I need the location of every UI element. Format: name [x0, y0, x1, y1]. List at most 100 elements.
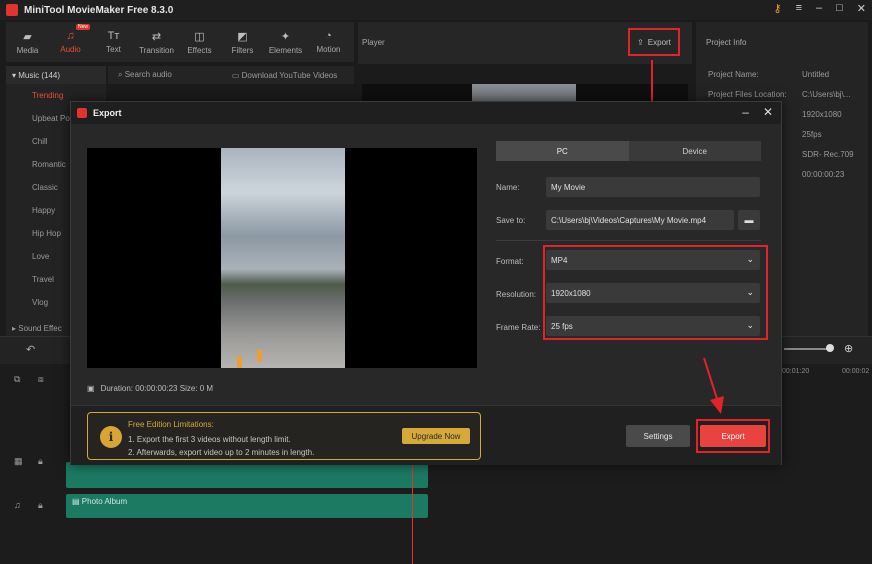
zoom-slider[interactable] [784, 348, 830, 350]
window-controls: ⚷ ≡ – □ ✕ [774, 2, 866, 15]
time-mark: 00:01:20 [782, 368, 810, 375]
media-toolbar: ▰ Media New ♫ Audio Tт Text ⇄ Transition ◫ Eff… [6, 22, 354, 62]
minimize-icon[interactable]: – [816, 2, 822, 15]
format-label: Format: [496, 257, 524, 266]
audio-search-bar: ⌕ Search audio ▭ Download YouTube Videos [108, 66, 354, 84]
tool-label: Motion [316, 45, 341, 54]
resolution-label: Resolution: [496, 290, 537, 299]
preview-image [221, 148, 345, 368]
maximize-icon[interactable]: □ [836, 2, 843, 15]
divider [496, 240, 761, 241]
row-value: Untitled [802, 70, 830, 79]
transition-icon: ⇄ [151, 30, 162, 43]
export-tabs: PC Device [496, 141, 761, 161]
name-field[interactable]: My Movie [546, 177, 760, 197]
timeline-clip[interactable]: ▤ Photo Album [66, 494, 428, 518]
tool-media[interactable]: ▰ Media [6, 22, 49, 62]
tool-audio[interactable]: New ♫ Audio [49, 22, 92, 62]
bollard [237, 356, 242, 368]
tool-elements[interactable]: ✦ Elements [264, 22, 307, 62]
tab-device[interactable]: Device [628, 141, 761, 161]
limit-title: Free Edition Limitations: [128, 420, 214, 429]
close-icon[interactable]: ✕ [857, 2, 866, 15]
search-placeholder: Search audio [124, 70, 172, 79]
lock-icon[interactable]: 🔒︎ [38, 456, 43, 467]
dialog-header: Export – ✕ [71, 102, 781, 124]
player-thumbnail [472, 84, 576, 102]
row-value: SDR- Rec.709 [802, 150, 854, 159]
save-to-label: Save to: [496, 216, 526, 225]
dialog-footer: i Free Edition Limitations: 1. Export th… [71, 405, 781, 465]
tool-label: Media [16, 45, 39, 55]
dialog-title: Export [93, 108, 122, 118]
timeline-clip[interactable] [66, 462, 428, 488]
tab-pc[interactable]: PC [496, 141, 629, 161]
tool-motion[interactable]: ◔ Motion [307, 22, 350, 62]
row-label: Project Name: [708, 70, 759, 79]
video-track-icon: ▦ [14, 456, 23, 466]
project-info-row: Project Name: Untitled [708, 70, 868, 79]
download-youtube-link[interactable]: ▭ Download YouTube Videos [232, 71, 337, 80]
export-button[interactable]: Export [700, 425, 766, 447]
row-value: 25fps [802, 130, 822, 139]
time-mark: 00:00:02 [842, 368, 870, 375]
motion-icon: ◔ [325, 30, 332, 42]
tool-label: Text [106, 45, 121, 54]
tool-filters[interactable]: ◩ Filters [221, 22, 264, 62]
effects-icon: ◫ [194, 30, 205, 43]
top-export-button[interactable]: ⇪ Export [628, 28, 680, 56]
title-bar: MiniTool MovieMaker Free 8.3.0 ⚷ ≡ – □ ✕ [0, 0, 872, 20]
undo-icon[interactable]: ↶ [26, 343, 35, 356]
sound-effect-label: Sound Effec [18, 324, 62, 333]
menu-icon[interactable]: ≡ [796, 2, 802, 15]
duration-info: ▣ Duration: 00:00:00:23 Size: 0 M [87, 384, 213, 393]
free-edition-notice: i Free Edition Limitations: 1. Export th… [87, 412, 481, 460]
row-value: C:\Users\bj\... [802, 90, 851, 99]
arrow-annotation [703, 357, 724, 414]
tool-effects[interactable]: ◫ Effects [178, 22, 221, 62]
row-label: Project Files Location: [708, 90, 787, 99]
info-icon: i [100, 426, 122, 448]
search-audio[interactable]: ⌕ Search audio [118, 70, 172, 80]
app-logo-icon [77, 108, 87, 118]
category-header[interactable]: ▾ Music (144) [6, 66, 106, 84]
dialog-controls: – ✕ [742, 105, 773, 119]
save-path-field[interactable]: C:\Users\bj\Videos\Captures\My Movie.mp4 [546, 210, 734, 230]
elements-icon: ✦ [280, 30, 291, 43]
new-badge: New [75, 24, 90, 30]
tool-label: Transition [139, 45, 174, 55]
clip-title: Photo Album [81, 497, 128, 506]
tool-text[interactable]: Tт Text [92, 22, 135, 62]
filters-icon: ◩ [237, 30, 248, 43]
key-icon[interactable]: ⚷ [774, 2, 782, 15]
export-label: Export [647, 37, 671, 47]
lock-icon[interactable]: 🔒︎ [38, 500, 43, 511]
app-logo-icon [6, 4, 18, 16]
project-info-row: Project Files Location: C:\Users\bj\... [708, 90, 868, 99]
row-value: 1920x1080 [802, 110, 842, 119]
export-icon: ⇪ [637, 37, 644, 47]
upgrade-now-button[interactable]: Upgrade Now [402, 428, 470, 444]
settings-button[interactable]: Settings [626, 425, 690, 447]
download-label: Download YouTube Videos [241, 70, 338, 80]
zoom-slider-knob[interactable] [826, 344, 834, 352]
copy-track-icon[interactable]: ⧈ [38, 374, 44, 385]
tool-label: Effects [187, 45, 212, 55]
zoom-in-icon[interactable]: ⊕ [844, 342, 853, 355]
film-icon: ▣ [87, 384, 95, 393]
project-info-title: Project Info [706, 38, 747, 47]
folder-icon: ▰ [23, 30, 32, 43]
player-label: Player [362, 38, 385, 47]
tool-label: Elements [268, 45, 303, 55]
audio-track-icon: ♫ [14, 500, 21, 510]
add-track-icon[interactable]: ⧉ [14, 374, 20, 385]
close-icon[interactable]: ✕ [763, 105, 773, 119]
bollard [257, 350, 262, 362]
browse-folder-button[interactable]: ▬ [738, 210, 760, 230]
sidebar-item-sound-effect[interactable]: ▸ Sound Effec [12, 324, 62, 333]
tool-label: Filters [231, 45, 254, 55]
duration-text: Duration: 00:00:00:23 Size: 0 M [100, 384, 214, 393]
app-title: MiniTool MovieMaker Free 8.3.0 [24, 4, 174, 16]
minimize-icon[interactable]: – [742, 105, 749, 119]
tool-transition[interactable]: ⇄ Transition [135, 22, 178, 62]
